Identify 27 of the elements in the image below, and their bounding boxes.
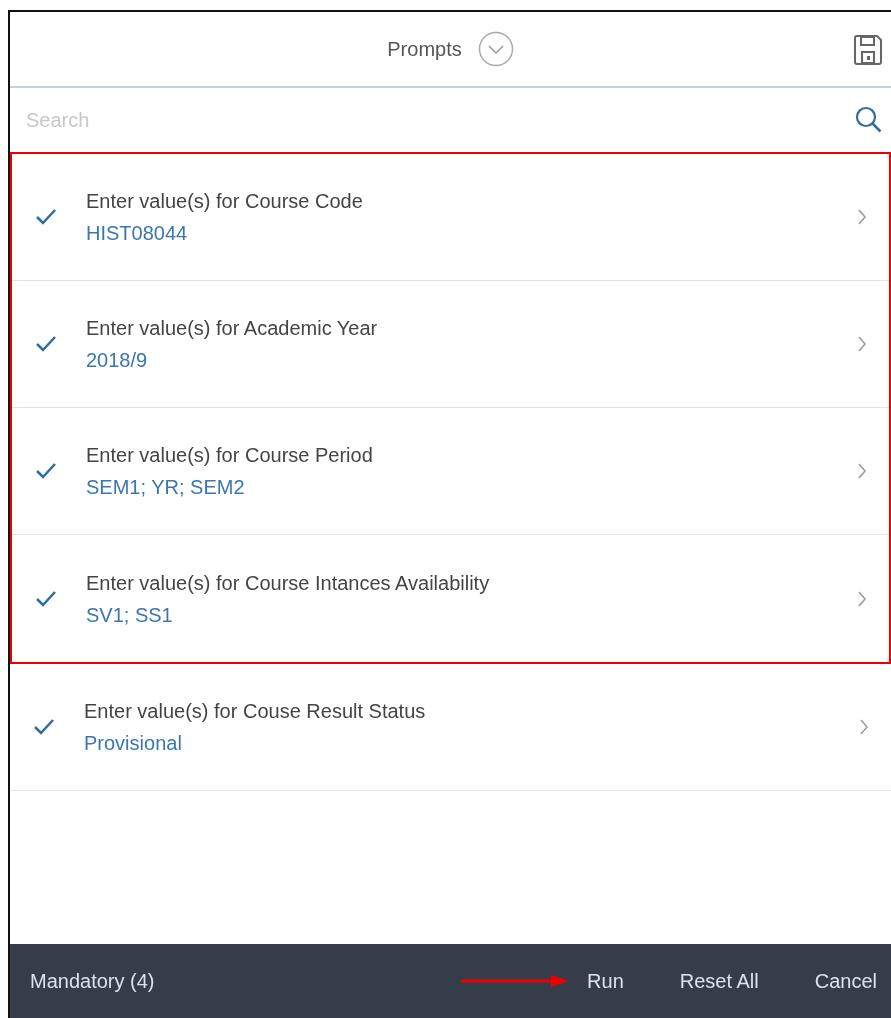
chevron-icon — [859, 718, 869, 736]
panel-title: Prompts — [387, 37, 462, 62]
prompt-value: Provisional — [84, 731, 183, 756]
footer-button[interactable]: Run — [587, 962, 624, 1000]
prompt-label: Enter value(s) for Academic Year — [86, 316, 379, 341]
search-icon[interactable] — [855, 106, 883, 134]
prompt-item[interactable]: Enter value(s) for Course Code HIST08044 — [12, 154, 889, 281]
footer-button[interactable]: Reset All — [679, 962, 759, 1000]
chevron-icon — [857, 462, 867, 480]
prompt-value: SEM1; YR; SEM2 — [86, 475, 246, 500]
mandatory-count: Mandatory (4) — [30, 969, 155, 994]
prompt-item[interactable]: Enter value(s) for Couse Result Status Provisional — [10, 664, 891, 791]
chevron-icon — [857, 335, 867, 353]
prompt-item[interactable]: Enter value(s) for Academic Year 2018/9 — [12, 281, 889, 408]
save-icon[interactable] — [853, 34, 883, 66]
prompt-item[interactable]: Enter value(s) for Course Intances Availability SV1; SS1 — [12, 535, 889, 662]
prompt-value: HIST08044 — [86, 221, 189, 246]
chevron-icon — [857, 589, 867, 608]
prompt-label: Enter value(s) for Course Code — [86, 189, 364, 214]
chevron-icon — [857, 208, 867, 226]
prompt-label: Enter value(s) for Couse Result Status — [84, 699, 427, 724]
footer-button[interactable]: Cancel — [814, 962, 877, 1000]
prompt-item[interactable]: Enter value(s) for Course Period SEM1; YR; SEM2 — [12, 408, 889, 535]
prompt-label: Enter value(s) for Course Period — [86, 443, 374, 468]
prompt-value: SV1; SS1 — [86, 602, 174, 628]
prompt-value: 2018/9 — [86, 348, 149, 373]
prompt-label: Enter value(s) for Course Intances Availability — [86, 570, 491, 596]
